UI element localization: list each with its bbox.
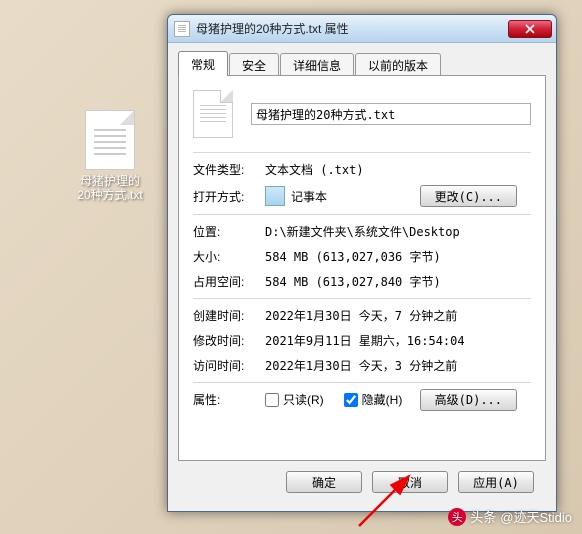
created-value: 2022年1月30日 今天，7 分钟之前: [265, 307, 531, 324]
filetype-value: 文本文档 (.txt): [265, 161, 531, 178]
title-file-icon: [174, 21, 190, 37]
filename-input[interactable]: [251, 103, 531, 125]
tab-pane-general: 文件类型: 文本文档 (.txt) 打开方式: 记事本 更改(C)... 位置:…: [178, 75, 546, 461]
diskspace-value: 584 MB (613,027,840 字节): [265, 273, 531, 290]
titlebar[interactable]: 母猪护理的20种方式.txt 属性: [168, 15, 556, 43]
readonly-checkbox-item[interactable]: 只读(R): [265, 391, 324, 408]
notepad-icon: [265, 186, 285, 206]
cancel-button[interactable]: 取消: [372, 471, 448, 493]
filetype-label: 文件类型:: [193, 161, 265, 178]
attributes-group: 只读(R) 隐藏(H): [265, 391, 402, 408]
tab-strip: 常规 安全 详细信息 以前的版本: [178, 51, 546, 76]
properties-dialog: 母猪护理的20种方式.txt 属性 常规 安全 详细信息 以前的版本 文件类型:…: [167, 14, 557, 512]
separator: [193, 152, 531, 153]
watermark: 头 头条 @迹天Stidio: [448, 507, 572, 526]
dialog-title: 母猪护理的20种方式.txt 属性: [196, 20, 508, 37]
separator: [193, 298, 531, 299]
attributes-label: 属性:: [193, 391, 265, 408]
readonly-label: 只读(R): [283, 391, 324, 408]
txt-file-icon: [85, 110, 135, 170]
separator: [193, 214, 531, 215]
separator: [193, 382, 531, 383]
close-button[interactable]: [508, 20, 552, 38]
accessed-label: 访问时间:: [193, 357, 265, 374]
modified-value: 2021年9月11日 星期六，16:54:04: [265, 332, 531, 349]
desktop-icon-label: 母猪护理的 20种方式.txt: [75, 174, 145, 202]
size-label: 大小:: [193, 248, 265, 265]
openwith-label: 打开方式:: [193, 188, 265, 205]
readonly-checkbox[interactable]: [265, 393, 279, 407]
dialog-footer: 确定 取消 应用(A): [178, 461, 546, 503]
tab-general[interactable]: 常规: [178, 51, 228, 76]
ok-button[interactable]: 确定: [286, 471, 362, 493]
close-icon: [525, 24, 535, 34]
file-type-icon: [193, 90, 233, 138]
watermark-logo-icon: 头: [448, 508, 466, 526]
hidden-label: 隐藏(H): [362, 391, 403, 408]
desktop-file-icon[interactable]: 母猪护理的 20种方式.txt: [75, 110, 145, 202]
size-value: 584 MB (613,027,036 字节): [265, 248, 531, 265]
diskspace-label: 占用空间:: [193, 273, 265, 290]
location-value: D:\新建文件夹\系统文件\Desktop: [265, 223, 531, 240]
modified-label: 修改时间:: [193, 332, 265, 349]
watermark-author: @迹天Stidio: [500, 507, 572, 526]
location-label: 位置:: [193, 223, 265, 240]
hidden-checkbox-item[interactable]: 隐藏(H): [344, 391, 403, 408]
created-label: 创建时间:: [193, 307, 265, 324]
advanced-button[interactable]: 高级(D)...: [420, 389, 517, 411]
apply-button[interactable]: 应用(A): [458, 471, 534, 493]
change-button[interactable]: 更改(C)...: [420, 185, 517, 207]
dialog-client: 常规 安全 详细信息 以前的版本 文件类型: 文本文档 (.txt) 打开方式:…: [168, 43, 556, 511]
hidden-checkbox[interactable]: [344, 393, 358, 407]
openwith-value: 记事本: [291, 188, 327, 205]
accessed-value: 2022年1月30日 今天，3 分钟之前: [265, 357, 531, 374]
watermark-text: 头条: [470, 507, 496, 526]
